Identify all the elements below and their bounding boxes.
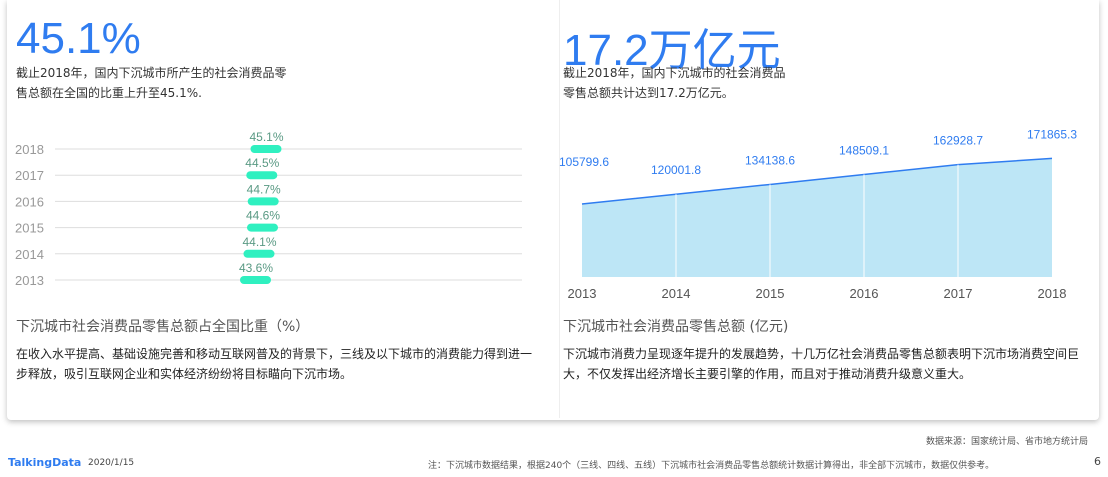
x-tick-label: 2013 xyxy=(568,286,597,301)
y-tick-label: 2016 xyxy=(15,194,44,209)
y-tick-label: 2017 xyxy=(15,168,44,183)
y-tick-label: 2014 xyxy=(15,247,44,262)
data-label: 105799.6 xyxy=(559,155,609,169)
data-label: 45.1% xyxy=(249,130,283,144)
x-tick-label: 2017 xyxy=(944,286,973,301)
y-tick-label: 2013 xyxy=(15,273,44,288)
data-label: 162928.7 xyxy=(933,134,983,148)
bar xyxy=(247,197,279,206)
bar xyxy=(247,223,278,232)
bar xyxy=(240,276,271,284)
right-chart-title: 下沉城市社会消费品零售总额 (亿元) xyxy=(563,319,789,335)
x-tick-label: 2014 xyxy=(662,286,691,301)
data-source: 数据来源：国家统计局、省市地方统计局 xyxy=(925,437,1088,447)
data-label: 120001.8 xyxy=(651,163,701,177)
bar xyxy=(246,171,278,180)
data-label: 43.6% xyxy=(239,261,273,275)
data-label: 44.5% xyxy=(245,156,279,170)
y-tick-label: 2018 xyxy=(15,142,44,157)
data-label: 44.1% xyxy=(242,235,276,249)
right-description: 截止2018年，国内下沉城市的社会消费品零售总额共计达到17.2万亿元。 xyxy=(563,66,786,100)
bar xyxy=(250,145,282,153)
date: 2020/1/15 xyxy=(88,458,135,468)
share-chart: 2018 45.1% 2017 44.5% 2016 44.7% 2015 44.6% 2014… xyxy=(15,130,522,288)
x-tick-label: 2016 xyxy=(850,286,879,301)
left-paragraph: 在收入水平提高、基础设施完善和移动互联网普及的背景下，三线及以下城市的消费能力得… xyxy=(16,347,533,381)
x-tick-label: 2018 xyxy=(1038,286,1067,301)
bar xyxy=(243,249,275,258)
data-label: 44.6% xyxy=(246,209,280,223)
footnote: 注：下沉城市数据结果，根据240个（三线、四线、五线）下沉城市社会消费品零售总额… xyxy=(428,461,995,471)
data-label: 148509.1 xyxy=(839,144,889,158)
data-label: 171865.3 xyxy=(1027,130,1077,141)
x-tick-label: 2015 xyxy=(756,286,785,301)
page-number: 6 xyxy=(1094,455,1101,468)
left-headline-stat: 45.1% xyxy=(16,14,141,63)
sales-chart: 105799.6 2013 120001.8 2014 134138.6 2015 1485… xyxy=(559,130,1077,301)
left-chart-title: 下沉城市社会消费品零售总额占全国比重（%） xyxy=(16,319,310,335)
data-label: 44.7% xyxy=(247,182,281,196)
right-paragraph: 下沉城市消费力呈现逐年提升的发展趋势，十几万亿社会消费品零售总额表明下沉市场消费… xyxy=(563,347,1080,381)
y-tick-label: 2015 xyxy=(15,221,44,236)
left-description: 截止2018年，国内下沉城市所产生的社会消费品零售总额在全国的比重上升至45.1… xyxy=(16,66,287,100)
talkingdata-logo: TalkingData xyxy=(8,456,82,469)
data-label: 134138.6 xyxy=(745,153,795,167)
